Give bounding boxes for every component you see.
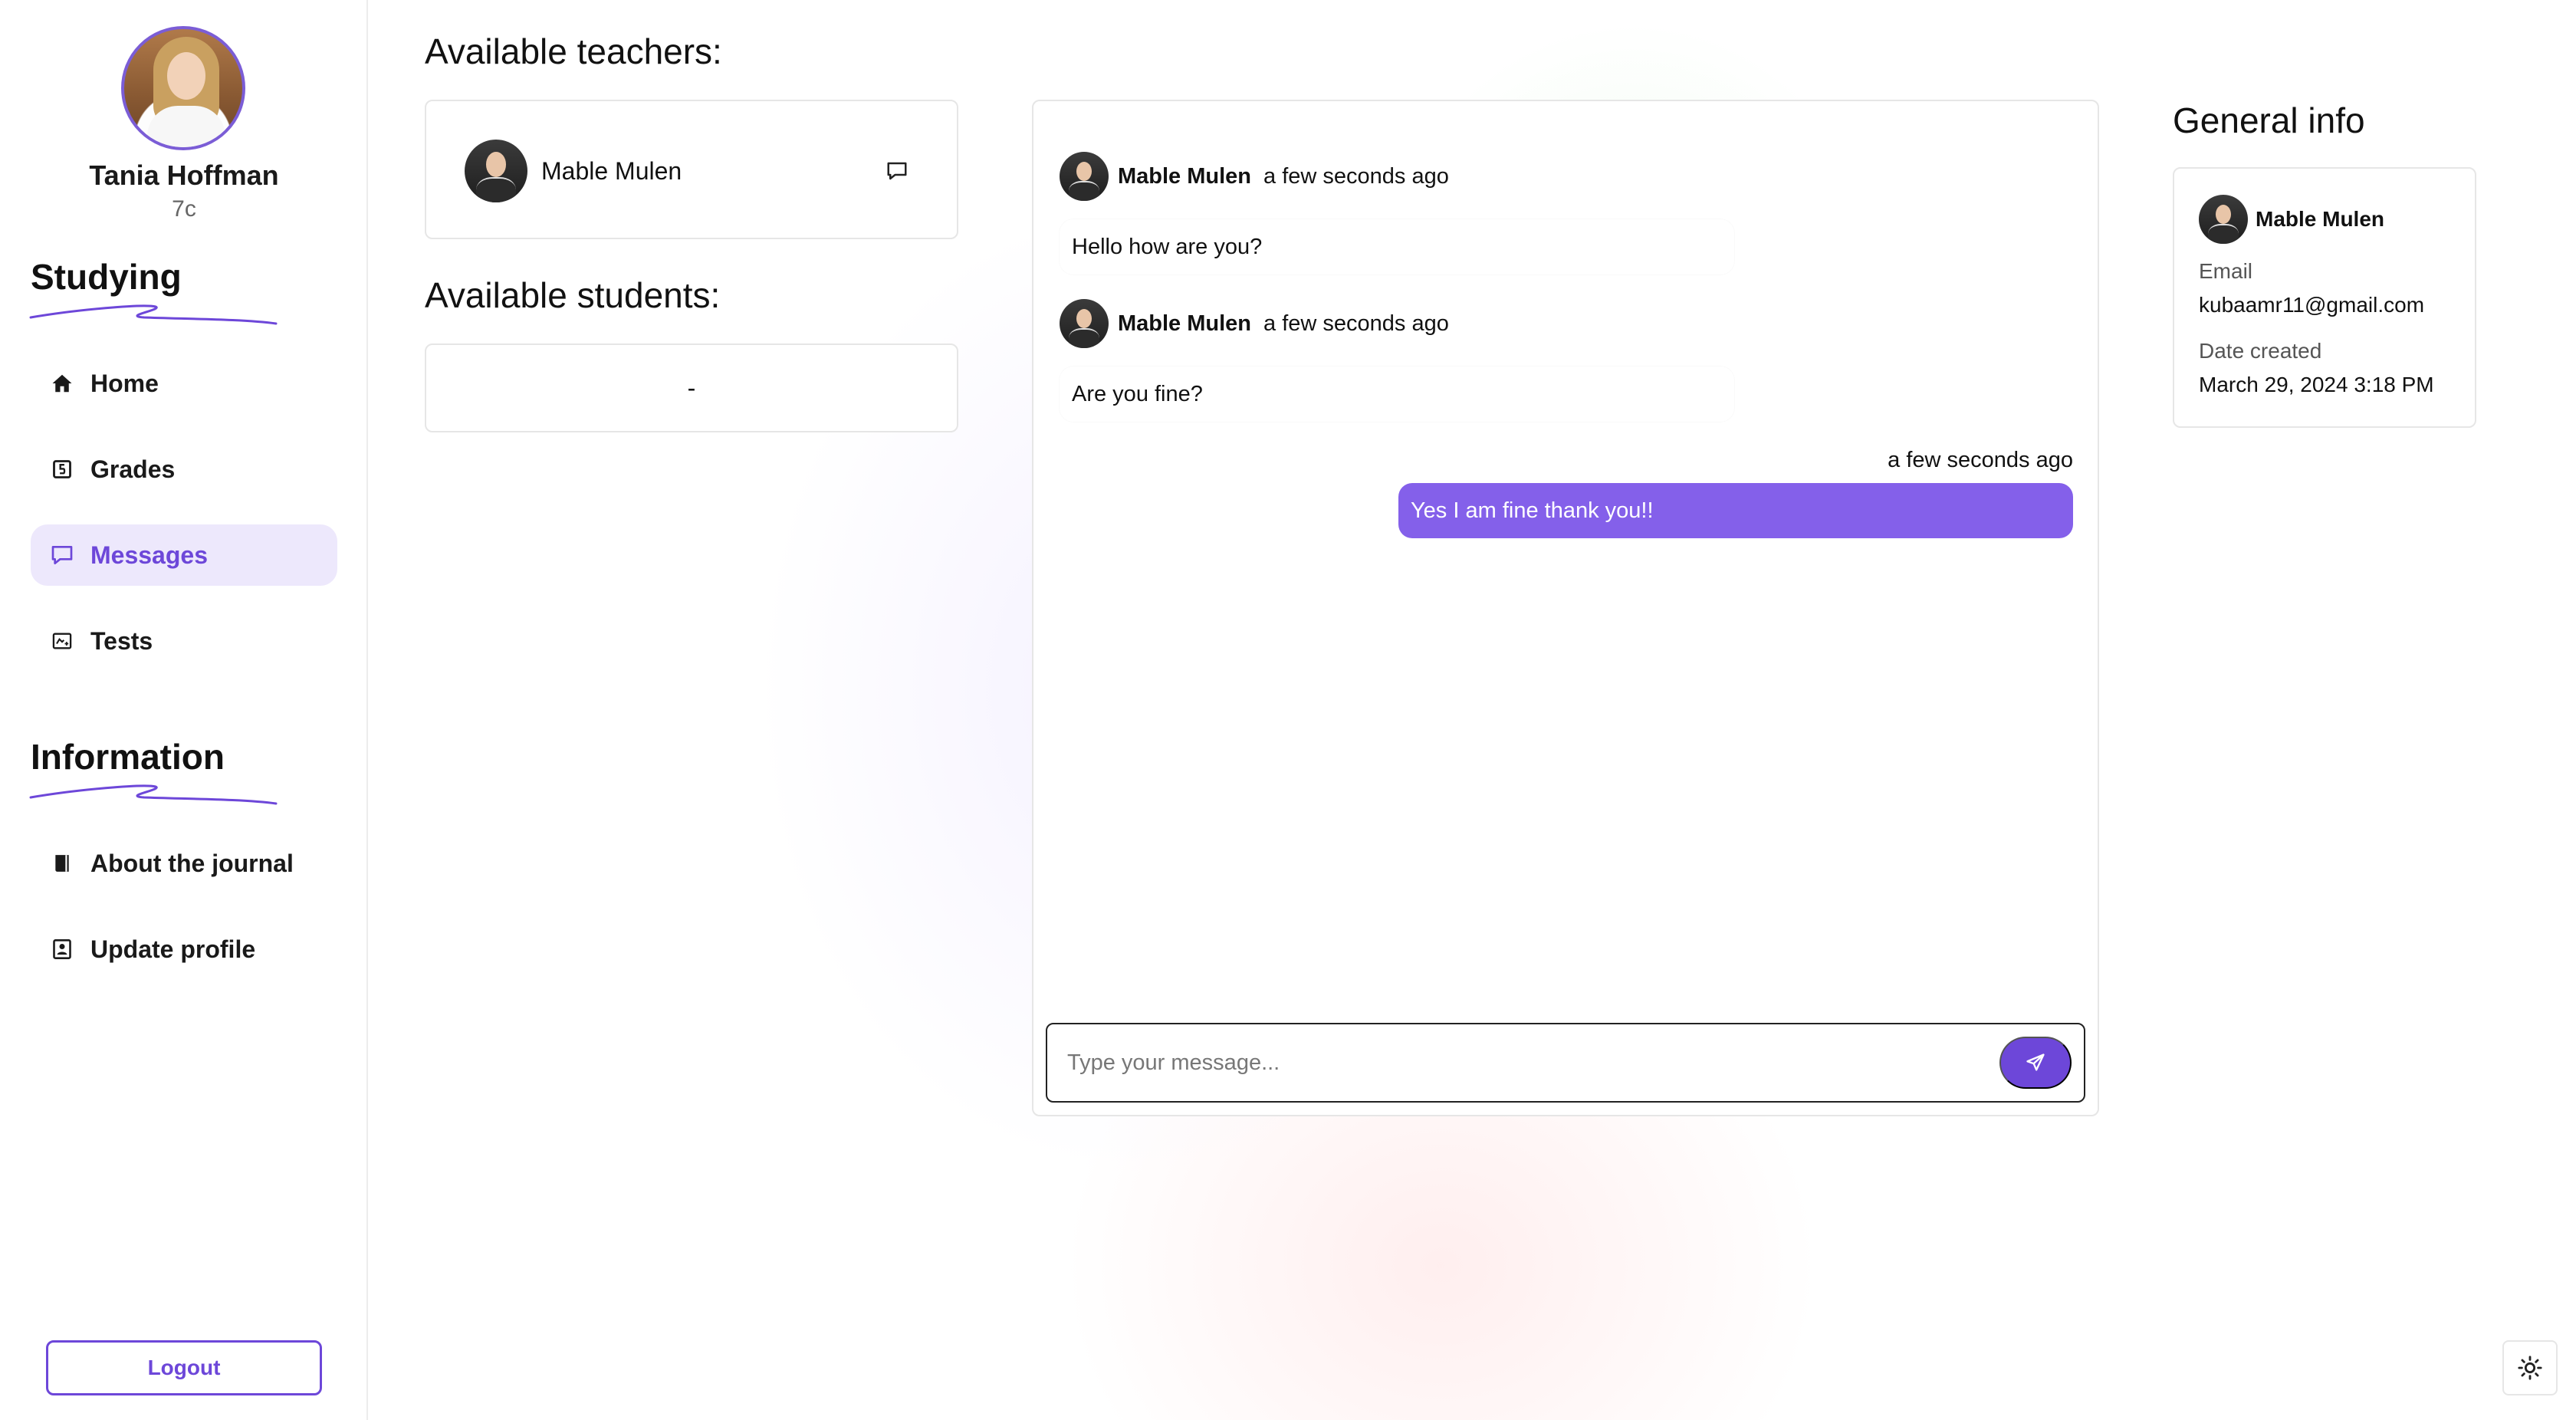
teacher-list-item[interactable]: Mable Mulen — [465, 140, 911, 202]
general-info-card: Mable Mulen Email kubaamr11@gmail.com Da… — [2173, 167, 2476, 428]
sidebar-item-label: Home — [90, 369, 159, 397]
message-header: Mable Mulen a few seconds ago — [1060, 152, 1449, 201]
avatar — [1060, 152, 1109, 201]
students-title: Available students: — [425, 275, 721, 315]
message-composer — [1046, 1023, 2085, 1103]
teachers-title: Available teachers: — [425, 31, 722, 71]
tests-icon — [49, 628, 75, 654]
message-header: Mable Mulen a few seconds ago — [1060, 299, 1449, 348]
avatar — [465, 140, 527, 202]
squiggle-decoration — [29, 784, 278, 805]
section-title-information: Information — [31, 737, 225, 777]
general-info-title: General info — [2173, 100, 2365, 140]
book-icon — [49, 850, 75, 876]
incoming-message: Are you fine? — [1060, 367, 1734, 422]
teacher-card: Mable Mulen — [425, 100, 958, 239]
info-name: Mable Mulen — [2256, 207, 2385, 231]
sidebar-item-label: About the journal — [90, 849, 294, 877]
sidebar-item-label: Messages — [90, 541, 208, 569]
avatar — [2199, 195, 2248, 244]
sidebar-item-messages[interactable]: Messages — [31, 524, 337, 586]
chat-bubble-icon[interactable] — [883, 157, 911, 185]
user-name: Tania Hoffman — [89, 159, 279, 191]
logout-button[interactable]: Logout — [46, 1340, 322, 1395]
sidebar-item-label: Update profile — [90, 935, 256, 963]
sidebar: Tania Hoffman 7c Studying Home Grades Me… — [0, 0, 368, 1420]
user-class: 7c — [172, 196, 196, 222]
sidebar-item-about-journal[interactable]: About the journal — [31, 833, 337, 894]
home-icon — [49, 370, 75, 396]
grades-icon — [49, 456, 75, 482]
sidebar-item-home[interactable]: Home — [31, 353, 337, 414]
message-time: a few seconds ago — [1263, 163, 1449, 189]
sidebar-item-grades[interactable]: Grades — [31, 439, 337, 500]
message-icon — [49, 542, 75, 568]
email-label: Email — [2199, 259, 2253, 283]
date-created-value: March 29, 2024 3:18 PM — [2199, 373, 2434, 396]
incoming-message: Hello how are you? — [1060, 219, 1734, 274]
message-sender: Mable Mulen — [1118, 163, 1252, 189]
students-empty-text: - — [687, 373, 696, 402]
avatar[interactable] — [121, 26, 245, 150]
chat-panel: Mable Mulen a few seconds ago Hello how … — [1032, 100, 2099, 1116]
theme-toggle-button[interactable] — [2502, 1340, 2558, 1395]
profile-icon — [49, 936, 75, 962]
message-time: a few seconds ago — [1263, 311, 1449, 336]
squiggle-decoration — [29, 304, 278, 325]
outgoing-message: Yes I am fine thank you!! — [1398, 483, 2073, 538]
send-icon — [2026, 1053, 2045, 1071]
email-value: kubaamr11@gmail.com — [2199, 293, 2425, 317]
sidebar-item-update-profile[interactable]: Update profile — [31, 919, 337, 980]
send-button[interactable] — [1999, 1037, 2072, 1089]
message-sender: Mable Mulen — [1118, 311, 1252, 336]
message-time: a few seconds ago — [1888, 448, 2073, 472]
info-user: Mable Mulen — [2199, 195, 2384, 244]
avatar — [1060, 299, 1109, 348]
message-input[interactable] — [1047, 1024, 1999, 1101]
sun-icon — [2518, 1356, 2542, 1380]
date-created-label: Date created — [2199, 339, 2322, 363]
sidebar-item-tests[interactable]: Tests — [31, 610, 337, 672]
students-card: - — [425, 343, 958, 432]
sidebar-item-label: Grades — [90, 455, 176, 483]
teacher-name: Mable Mulen — [541, 156, 682, 185]
sidebar-item-label: Tests — [90, 626, 153, 655]
section-title-studying: Studying — [31, 257, 182, 297]
